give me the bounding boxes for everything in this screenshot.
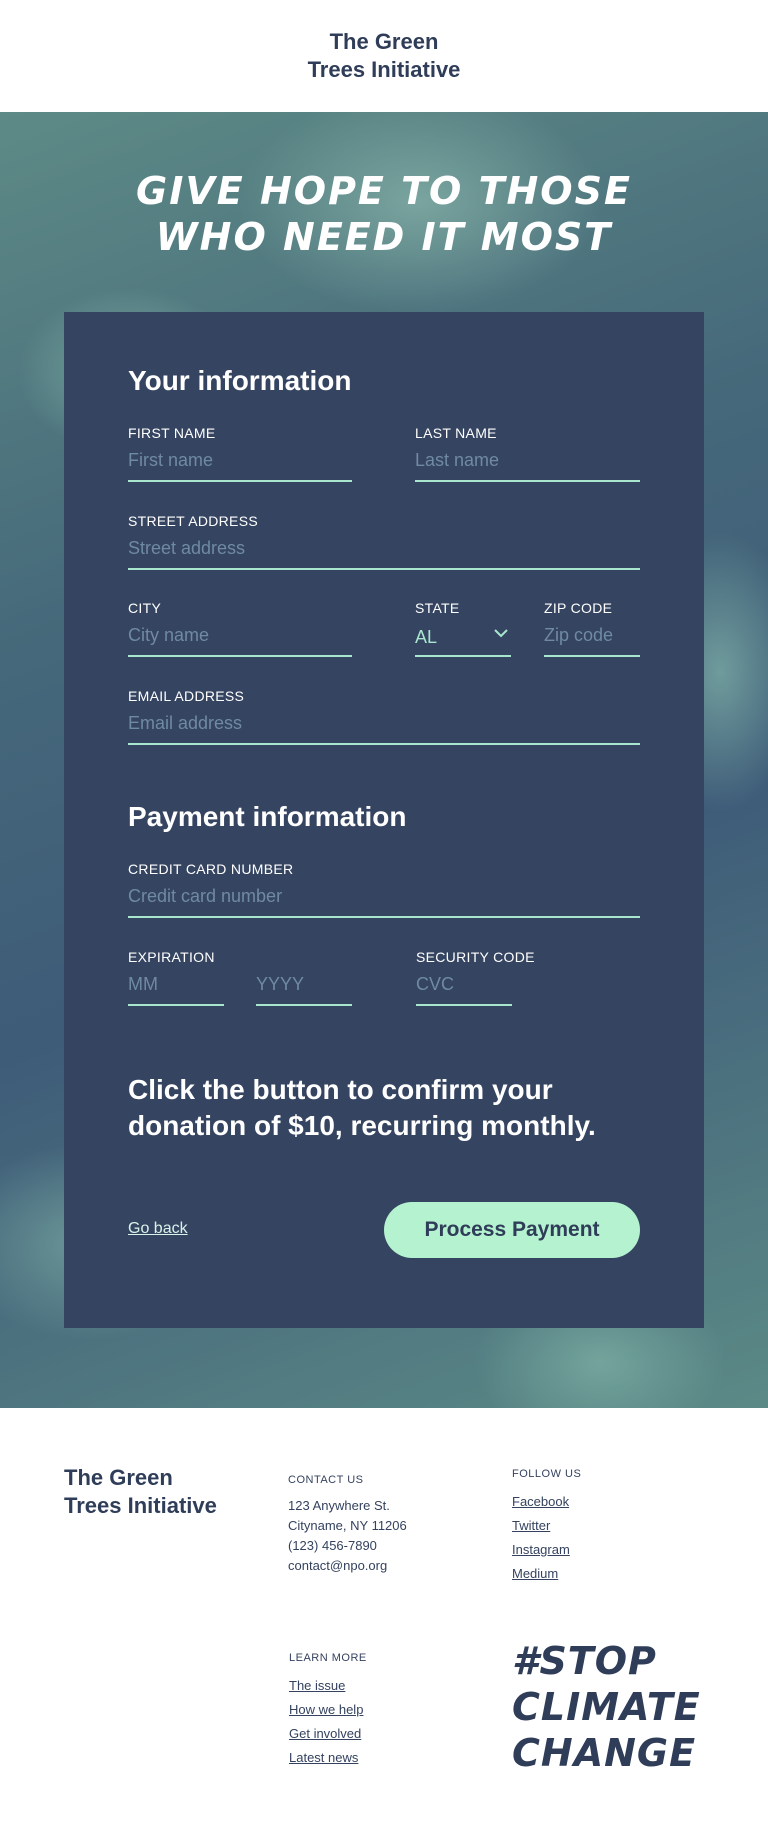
- zip-code-input[interactable]: [544, 621, 640, 657]
- email-address-field: Email address: [128, 687, 640, 745]
- street-address-field: Street address: [128, 512, 640, 570]
- contact-heading: Contact us: [288, 1474, 364, 1486]
- credit-card-field: Credit card number: [128, 860, 640, 918]
- contact-address-2: Cityname, NY 11206: [288, 1518, 407, 1533]
- instagram-link[interactable]: Instagram: [512, 1538, 581, 1562]
- hero-section: Give hope to those who need it most Your…: [0, 112, 768, 1408]
- security-code-input[interactable]: [416, 970, 512, 1006]
- security-code-label: Security code: [416, 949, 535, 965]
- hashtag-line-1: #Stop: [512, 1639, 657, 1683]
- footer-brand-line-1: The Green: [64, 1465, 173, 1490]
- zip-code-field: Zip code: [544, 599, 640, 657]
- contact-email: contact@npo.org: [288, 1558, 388, 1573]
- your-information-heading: Your information: [128, 365, 352, 396]
- expiration-year-input[interactable]: [256, 970, 352, 1006]
- hashtag-line-3: Change: [512, 1731, 697, 1775]
- hero-title-line-1: Give hope to those: [136, 169, 632, 213]
- hero-title: Give hope to those who need it most: [0, 168, 768, 260]
- site-footer: The Green Trees Initiative Contact us 12…: [0, 1408, 768, 1835]
- expiration-year-field: [256, 948, 352, 1006]
- follow-heading: Follow us: [512, 1468, 582, 1480]
- state-select[interactable]: AL: [415, 621, 511, 657]
- expiration-month-input[interactable]: [128, 970, 224, 1006]
- process-payment-button[interactable]: Process Payment: [384, 1202, 640, 1258]
- last-name-input[interactable]: [415, 446, 640, 482]
- first-name-field: First name: [128, 424, 352, 482]
- email-address-label: Email address: [128, 688, 245, 704]
- the-issue-link[interactable]: The issue: [289, 1674, 367, 1698]
- security-code-field: Security code: [416, 948, 535, 1006]
- donation-form-card: Your information First name Last name St…: [64, 312, 704, 1328]
- how-we-help-link[interactable]: How we help: [289, 1698, 367, 1722]
- learn-more-heading: Learn more: [289, 1652, 367, 1664]
- state-value: AL: [415, 627, 438, 647]
- last-name-field: Last name: [415, 424, 640, 482]
- hero-title-line-2: who need it most: [155, 215, 613, 259]
- footer-brand-line-2: Trees Initiative: [64, 1493, 217, 1518]
- expiration-label: Expiration: [128, 949, 215, 965]
- first-name-label: First name: [128, 425, 216, 441]
- credit-card-label: Credit card number: [128, 861, 294, 877]
- brand-logo[interactable]: The Green Trees Initiative: [0, 28, 768, 84]
- footer-learn-more: Learn more The issue How we help Get inv…: [289, 1648, 367, 1770]
- contact-address-1: 123 Anywhere St.: [288, 1498, 390, 1513]
- expiration-month-field: Expiration: [128, 948, 224, 1006]
- last-name-label: Last name: [415, 425, 497, 441]
- contact-phone: (123) 456-7890: [288, 1538, 377, 1553]
- credit-card-input[interactable]: [128, 882, 640, 918]
- footer-contact: Contact us 123 Anywhere St. Cityname, NY…: [288, 1470, 407, 1576]
- street-address-label: Street address: [128, 513, 258, 529]
- street-address-input[interactable]: [128, 534, 640, 570]
- facebook-link[interactable]: Facebook: [512, 1490, 581, 1514]
- latest-news-link[interactable]: Latest news: [289, 1746, 367, 1770]
- go-back-link[interactable]: Go back: [128, 1220, 188, 1238]
- footer-brand[interactable]: The Green Trees Initiative: [64, 1464, 234, 1520]
- payment-information-heading: Payment information: [128, 801, 407, 832]
- get-involved-link[interactable]: Get involved: [289, 1722, 367, 1746]
- hashtag-line-2: Climate: [512, 1685, 701, 1729]
- zip-code-label: Zip code: [544, 600, 613, 616]
- brand-line-1: The Green: [329, 29, 439, 54]
- stop-climate-change-hashtag: #Stop Climate Change: [512, 1638, 732, 1776]
- brand-line-2: Trees Initiative: [307, 57, 461, 82]
- twitter-link[interactable]: Twitter: [512, 1514, 581, 1538]
- state-field: State AL: [415, 599, 511, 657]
- city-field: City: [128, 599, 352, 657]
- site-header: The Green Trees Initiative: [0, 0, 768, 112]
- city-label: City: [128, 600, 162, 616]
- footer-follow: Follow us Facebook Twitter Instagram Med…: [512, 1464, 581, 1586]
- city-input[interactable]: [128, 621, 352, 657]
- email-address-input[interactable]: [128, 709, 640, 745]
- medium-link[interactable]: Medium: [512, 1562, 581, 1586]
- confirm-donation-text: Click the button to confirm your donatio…: [128, 1074, 596, 1141]
- chevron-down-icon: [494, 629, 508, 638]
- first-name-input[interactable]: [128, 446, 352, 482]
- state-label: State: [415, 600, 460, 616]
